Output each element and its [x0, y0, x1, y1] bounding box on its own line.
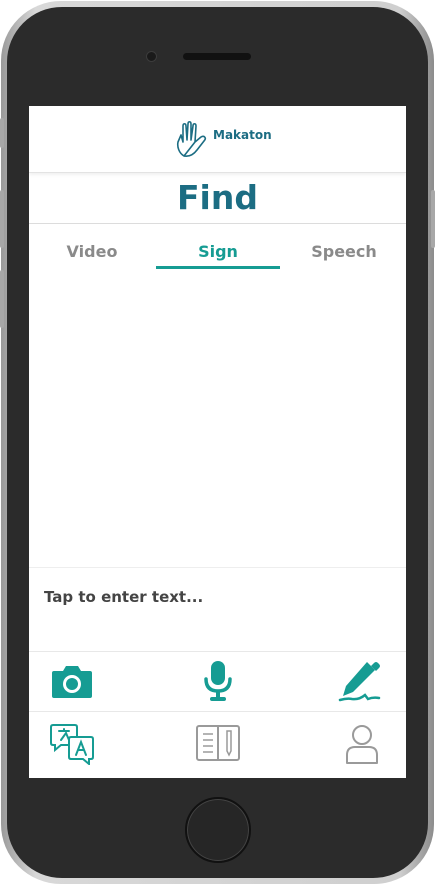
home-button[interactable] — [185, 797, 251, 863]
app-header: Makaton — [29, 106, 406, 173]
nav-notebook[interactable] — [193, 719, 243, 767]
pen-icon — [338, 662, 381, 702]
app-screen: Makaton Find Video Sign Speech Tap to en… — [29, 106, 406, 778]
title-divider — [29, 223, 406, 224]
side-switch — [0, 118, 4, 148]
notebook-icon — [196, 725, 240, 761]
earpiece-speaker — [183, 53, 251, 60]
tab-sign[interactable]: Sign — [156, 242, 280, 261]
text-entry-area[interactable] — [29, 567, 406, 652]
front-camera — [146, 51, 157, 62]
nav-profile[interactable] — [337, 719, 387, 767]
nav-translate[interactable] — [47, 719, 97, 767]
translate-icon — [50, 724, 94, 765]
active-tab-indicator — [156, 266, 280, 269]
power-button — [431, 190, 435, 248]
bottom-nav — [29, 711, 406, 778]
tab-video[interactable]: Video — [30, 242, 154, 261]
camera-icon — [52, 666, 92, 698]
microphone-icon — [204, 661, 232, 701]
logo-text: Makaton — [213, 128, 272, 142]
hand-icon — [176, 120, 207, 157]
profile-icon — [346, 725, 378, 764]
microphone-button[interactable] — [195, 658, 241, 704]
volume-down-button — [0, 270, 4, 328]
text-input-placeholder[interactable]: Tap to enter text... — [44, 588, 203, 606]
camera-button[interactable] — [49, 658, 95, 704]
input-tools-bar — [29, 651, 406, 712]
handwriting-button[interactable] — [337, 658, 383, 704]
page-title: Find — [177, 178, 258, 217]
volume-up-button — [0, 190, 4, 248]
makaton-logo: Makaton — [172, 120, 272, 160]
tab-speech[interactable]: Speech — [282, 242, 406, 261]
